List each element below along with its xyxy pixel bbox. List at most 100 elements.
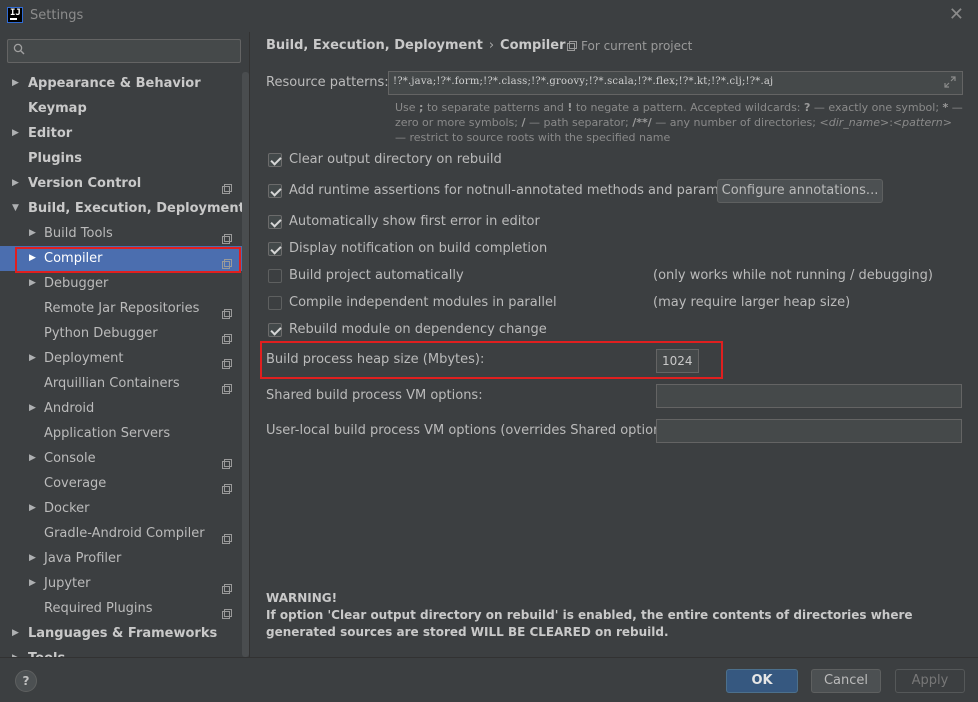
shared-vm-options-input[interactable]: [656, 384, 962, 408]
sidebar-item[interactable]: Arquillian Containers: [0, 371, 249, 396]
sidebar-item[interactable]: ▶ Console: [0, 446, 249, 471]
chevron-right-icon[interactable]: ▶: [12, 121, 19, 146]
sidebar-item[interactable]: Application Servers: [0, 421, 249, 446]
sidebar-item[interactable]: Plugins: [0, 146, 249, 171]
close-icon[interactable]: ✕: [949, 5, 964, 25]
option-label: Build project automatically: [289, 268, 464, 283]
resource-patterns-input[interactable]: !?*.java;!?*.form;!?*.class;!?*.groovy;!…: [388, 71, 963, 95]
sidebar-item-label: Languages & Frameworks: [28, 626, 218, 641]
sidebar-item[interactable]: ▶ Jupyter: [0, 571, 249, 596]
project-scope-icon: [222, 303, 232, 319]
sidebar-item-label: Remote Jar Repositories: [44, 301, 200, 316]
project-scope-icon: [222, 378, 232, 394]
sidebar-item-label: Required Plugins: [44, 601, 153, 616]
sidebar-item[interactable]: ▶ Docker: [0, 496, 249, 521]
option-checkbox[interactable]: [268, 215, 282, 229]
resource-patterns-hint: Use ; to separate patterns and ! to nega…: [395, 101, 963, 144]
project-scope-icon: [222, 328, 232, 344]
project-scope-icon: [222, 353, 232, 369]
chevron-down-icon[interactable]: ▼: [12, 196, 19, 221]
breadcrumb: Build, Execution, Deployment › Compiler: [266, 38, 566, 53]
option-checkbox[interactable]: [268, 323, 282, 337]
option-label: Clear output directory on rebuild: [289, 152, 502, 167]
sidebar-item-label: Version Control: [28, 176, 142, 191]
chevron-right-icon[interactable]: ▶: [29, 546, 36, 571]
sidebar-item[interactable]: ▶ Java Profiler: [0, 546, 249, 571]
resource-patterns-value: !?*.java;!?*.form;!?*.class;!?*.groovy;!…: [393, 76, 774, 87]
chevron-right-icon[interactable]: ▶: [29, 446, 36, 471]
expand-icon[interactable]: [944, 76, 956, 88]
project-scope-icon: [222, 478, 232, 494]
sidebar-item[interactable]: ▶ Languages & Frameworks: [0, 621, 249, 646]
sidebar-item-label: Coverage: [44, 476, 107, 491]
option-checkbox[interactable]: [268, 296, 282, 310]
dialog-footer: ? OK Cancel Apply: [0, 657, 978, 702]
sidebar-item-label: Keymap: [28, 101, 87, 116]
chevron-right-icon[interactable]: ▶: [29, 221, 36, 246]
breadcrumb-separator-icon: ›: [488, 38, 495, 53]
configure-annotations-button[interactable]: Configure annotations...: [717, 179, 883, 203]
sidebar-scrollbar[interactable]: [242, 72, 249, 657]
sidebar-item[interactable]: ▶ Deployment: [0, 346, 249, 371]
sidebar-item[interactable]: Gradle-Android Compiler: [0, 521, 249, 546]
settings-sidebar: ▶ Appearance & Behavior Keymap ▶ Editor Plugi…: [0, 32, 249, 657]
sidebar-item[interactable]: Keymap: [0, 96, 249, 121]
chevron-right-icon[interactable]: ▶: [29, 396, 36, 421]
sidebar-item-label: Build Tools: [44, 226, 113, 241]
sidebar-item[interactable]: ▶ Appearance & Behavior: [0, 71, 249, 96]
resource-patterns-label: Resource patterns:: [266, 75, 389, 90]
sidebar-item-label: Tools: [28, 646, 65, 657]
help-icon[interactable]: ?: [15, 670, 37, 692]
option-checkbox[interactable]: [268, 269, 282, 283]
ok-button[interactable]: OK: [726, 669, 798, 693]
sidebar-item[interactable]: ▶ Debugger: [0, 271, 249, 296]
chevron-right-icon[interactable]: ▶: [29, 271, 36, 296]
heap-size-value: 1024: [662, 354, 693, 368]
sidebar-item[interactable]: Coverage: [0, 471, 249, 496]
option-note: (may require larger heap size): [653, 295, 851, 310]
scope-indicator: For current project: [567, 39, 692, 53]
project-scope-icon: [222, 253, 232, 269]
apply-button[interactable]: Apply: [895, 669, 965, 693]
heap-size-input[interactable]: 1024: [656, 349, 699, 373]
option-checkbox[interactable]: [268, 242, 282, 256]
project-scope-icon: [222, 178, 232, 194]
chevron-right-icon[interactable]: ▶: [29, 496, 36, 521]
sidebar-item[interactable]: ▶ Editor: [0, 121, 249, 146]
warning-title: WARNING!: [266, 591, 338, 605]
search-icon: [13, 43, 25, 55]
window-title: Settings: [30, 8, 84, 23]
sidebar-item-label: Editor: [28, 126, 73, 141]
settings-tree: ▶ Appearance & Behavior Keymap ▶ Editor Plugi…: [0, 71, 249, 657]
shared-vm-options-label: Shared build process VM options:: [266, 388, 483, 403]
option-note: (only works while not running / debuggin…: [653, 268, 933, 283]
sidebar-item[interactable]: Required Plugins: [0, 596, 249, 621]
scroll-thumb[interactable]: [242, 72, 249, 657]
sidebar-item[interactable]: ▼ Build, Execution, Deployment: [0, 196, 249, 221]
chevron-right-icon[interactable]: ▶: [29, 571, 36, 596]
sidebar-item[interactable]: ▶ Tools: [0, 646, 249, 657]
chevron-right-icon[interactable]: ▶: [12, 171, 19, 196]
chevron-right-icon[interactable]: ▶: [12, 621, 19, 646]
sidebar-item-label: Compiler: [44, 251, 103, 266]
user-vm-options-label: User-local build process VM options (ove…: [266, 423, 678, 438]
user-vm-options-input[interactable]: [656, 419, 962, 443]
sidebar-item-label: Build, Execution, Deployment: [28, 201, 245, 216]
sidebar-item[interactable]: Remote Jar Repositories: [0, 296, 249, 321]
option-label: Add runtime assertions for notnull-annot…: [289, 183, 753, 198]
option-checkbox[interactable]: [268, 153, 282, 167]
sidebar-item[interactable]: ▶ Version Control: [0, 171, 249, 196]
chevron-right-icon[interactable]: ▶: [12, 71, 19, 96]
warning-body: If option 'Clear output directory on reb…: [266, 608, 913, 639]
chevron-right-icon[interactable]: ▶: [29, 346, 36, 371]
sidebar-item[interactable]: ▶ Android: [0, 396, 249, 421]
chevron-right-icon[interactable]: ▶: [12, 646, 19, 657]
option-label: Compile independent modules in parallel: [289, 295, 557, 310]
settings-search-input[interactable]: [7, 39, 241, 63]
sidebar-item[interactable]: ▶ Build Tools: [0, 221, 249, 246]
sidebar-item[interactable]: ▶ Compiler: [0, 246, 249, 271]
chevron-right-icon[interactable]: ▶: [29, 246, 36, 271]
sidebar-item[interactable]: Python Debugger: [0, 321, 249, 346]
option-checkbox[interactable]: [268, 184, 282, 198]
cancel-button[interactable]: Cancel: [811, 669, 881, 693]
